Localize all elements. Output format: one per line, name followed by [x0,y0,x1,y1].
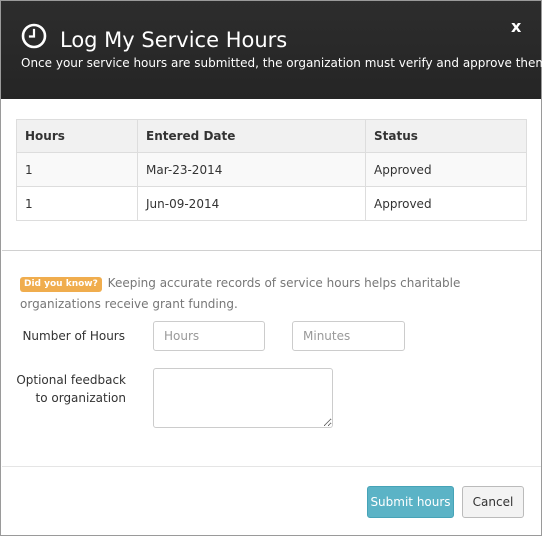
feedback-label-line1: Optional feedback [16,373,126,387]
modal-footer: Submit hours Cancel [2,466,541,536]
hours-history-table: Hours Entered Date Status 1 Mar-23-2014 … [16,119,527,221]
cell-hours: 1 [16,152,138,187]
cell-status: Approved [365,152,527,187]
close-button[interactable]: x [511,18,521,36]
column-header-hours: Hours [16,119,138,153]
feedback-textarea[interactable] [153,368,333,428]
log-service-hours-modal: Log My Service Hours Once your service h… [0,0,542,536]
column-header-status: Status [365,119,527,153]
cell-status: Approved [365,186,527,221]
cell-entered-date: Mar-23-2014 [137,152,366,187]
hours-input[interactable] [153,321,265,351]
cell-hours: 1 [16,186,138,221]
column-header-entered-date: Entered Date [137,119,366,153]
number-of-hours-label: Number of Hours [22,329,125,343]
table-header-row: Hours Entered Date Status [16,119,527,153]
cell-entered-date: Jun-09-2014 [137,186,366,221]
modal-subtitle: Once your service hours are submitted, t… [21,56,542,70]
feedback-label: Optional feedback to organization [11,371,126,407]
table-row: 1 Jun-09-2014 Approved [16,186,527,221]
clock-icon [21,23,47,49]
did-you-know-tip: Did you know? Keeping accurate records o… [20,273,520,315]
did-you-know-badge: Did you know? [20,277,102,292]
table-row: 1 Mar-23-2014 Approved [16,152,527,187]
modal-title: Log My Service Hours [60,28,288,52]
cancel-button[interactable]: Cancel [462,486,524,518]
submit-hours-button[interactable]: Submit hours [367,486,454,518]
feedback-label-line2: to organization [35,391,126,405]
minutes-input[interactable] [292,321,405,351]
hours-history-panel: Hours Entered Date Status 1 Mar-23-2014 … [2,99,541,251]
modal-header: Log My Service Hours Once your service h… [1,1,542,99]
